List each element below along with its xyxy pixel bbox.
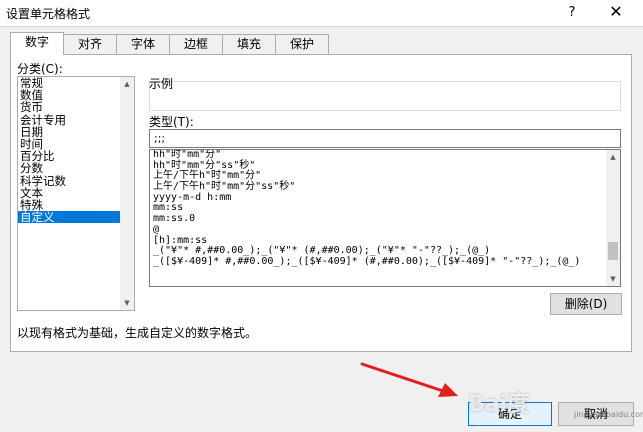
tab-number[interactable]: 数字 xyxy=(10,32,64,55)
red-arrow-icon xyxy=(360,362,448,394)
ok-button[interactable]: 确定 xyxy=(468,402,552,426)
cancel-button[interactable]: 取消 xyxy=(558,402,634,426)
annotation-arrow-overlay xyxy=(360,362,458,397)
